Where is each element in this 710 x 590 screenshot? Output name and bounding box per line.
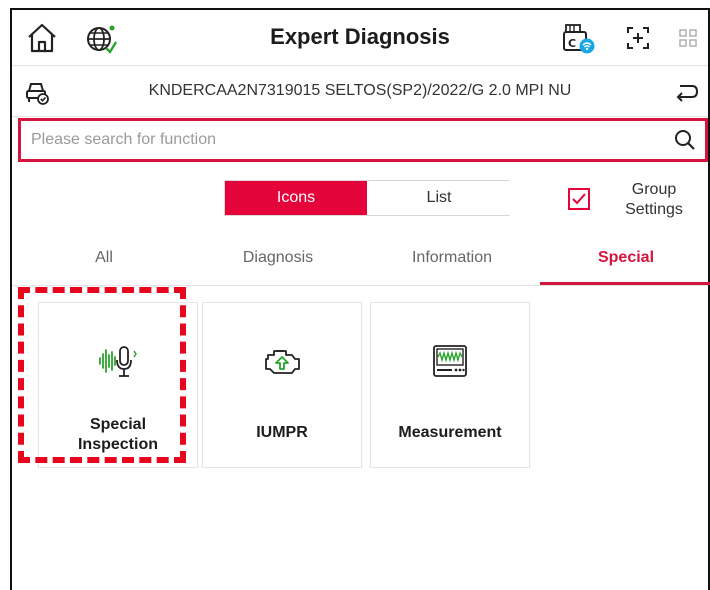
list-view-button[interactable]: List	[368, 181, 510, 215]
special-inspection-tile[interactable]: Special Inspection	[38, 302, 198, 468]
tab-diagnosis[interactable]: Diagnosis	[192, 232, 364, 285]
group-settings-label: Group Settings	[625, 181, 683, 218]
view-mode-toggle: Icons List	[224, 180, 510, 216]
app-header: Expert Diagnosis C	[12, 10, 708, 66]
screenshot-icon[interactable]	[620, 20, 656, 56]
measurement-tile[interactable]: Measurement	[370, 302, 530, 468]
tile-label: IUMPR	[256, 424, 308, 441]
tab-information[interactable]: Information	[366, 232, 538, 285]
vehicle-info-bar: KNDERCAA2N7319015 SELTOS(SP2)/2022/G 2.0…	[12, 67, 708, 117]
iumpr-tile[interactable]: IUMPR	[202, 302, 362, 468]
oscilloscope-icon	[428, 341, 472, 381]
group-settings[interactable]: Group Settings	[568, 180, 704, 220]
voice-waveform-icon	[96, 341, 140, 381]
search-input[interactable]	[31, 121, 661, 159]
group-settings-checkbox[interactable]	[568, 188, 590, 210]
tile-label: Measurement	[398, 424, 502, 441]
grid-icon[interactable]	[670, 20, 706, 56]
category-tabs: All Diagnosis Information Special	[12, 232, 710, 286]
search-icon[interactable]	[673, 128, 697, 152]
app-frame: Expert Diagnosis C KNDERCAA2N7319015 SEL…	[10, 8, 710, 590]
tile-label: Special Inspection	[77, 416, 158, 453]
tab-special[interactable]: Special	[540, 232, 710, 285]
engine-icon	[260, 341, 304, 381]
icons-view-button[interactable]: Icons	[225, 181, 367, 215]
tab-all[interactable]: All	[18, 232, 190, 285]
vehicle-vin-text: KNDERCAA2N7319015 SELTOS(SP2)/2022/G 2.0…	[148, 82, 572, 99]
function-search-box	[18, 118, 708, 162]
vci-connection-icon[interactable]: C	[560, 20, 596, 56]
return-icon[interactable]	[674, 79, 700, 105]
svg-text:C: C	[568, 37, 576, 50]
page-title: Expert Diagnosis	[270, 24, 450, 49]
